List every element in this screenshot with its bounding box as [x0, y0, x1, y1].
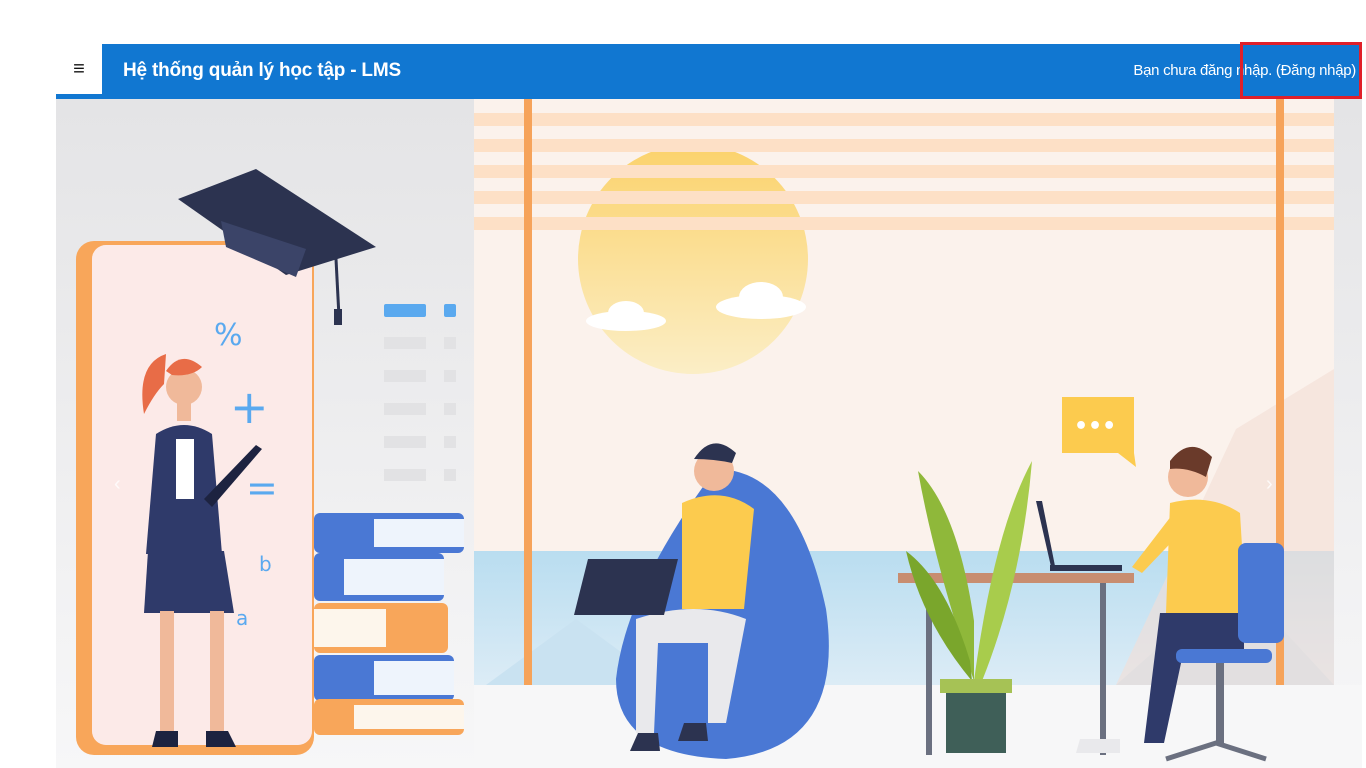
- login-status: Bạn chưa đăng nhập. (Đăng nhập): [1133, 62, 1356, 79]
- hamburger-menu-button[interactable]: ≡: [56, 44, 102, 94]
- window-frame-left: [524, 99, 532, 768]
- carousel-prev-icon[interactable]: ‹: [114, 473, 121, 496]
- carousel-next-icon[interactable]: ›: [1266, 473, 1273, 496]
- book-stack: [314, 513, 464, 735]
- sun: [578, 144, 808, 374]
- site-title[interactable]: Hệ thống quản lý học tập - LMS: [123, 60, 401, 82]
- letter-b: b: [259, 552, 272, 576]
- top-navbar: ≡ Hệ thống quản lý học tập - LMS Bạn chư…: [56, 44, 1362, 99]
- letter-a: a: [236, 606, 248, 630]
- hero-illustration: % + = b a •••: [56, 99, 1362, 768]
- plus-symbol: +: [230, 380, 269, 434]
- hero-banner: % + = b a ••• ‹ ›: [56, 99, 1362, 768]
- chat-dots: •••: [1074, 414, 1116, 439]
- login-link[interactable]: (Đăng nhập): [1276, 62, 1356, 79]
- equals-symbol: =: [246, 466, 278, 510]
- window-frame-right: [1276, 99, 1284, 768]
- percent-symbol: %: [214, 318, 243, 353]
- login-status-text: Bạn chưa đăng nhập.: [1133, 62, 1276, 79]
